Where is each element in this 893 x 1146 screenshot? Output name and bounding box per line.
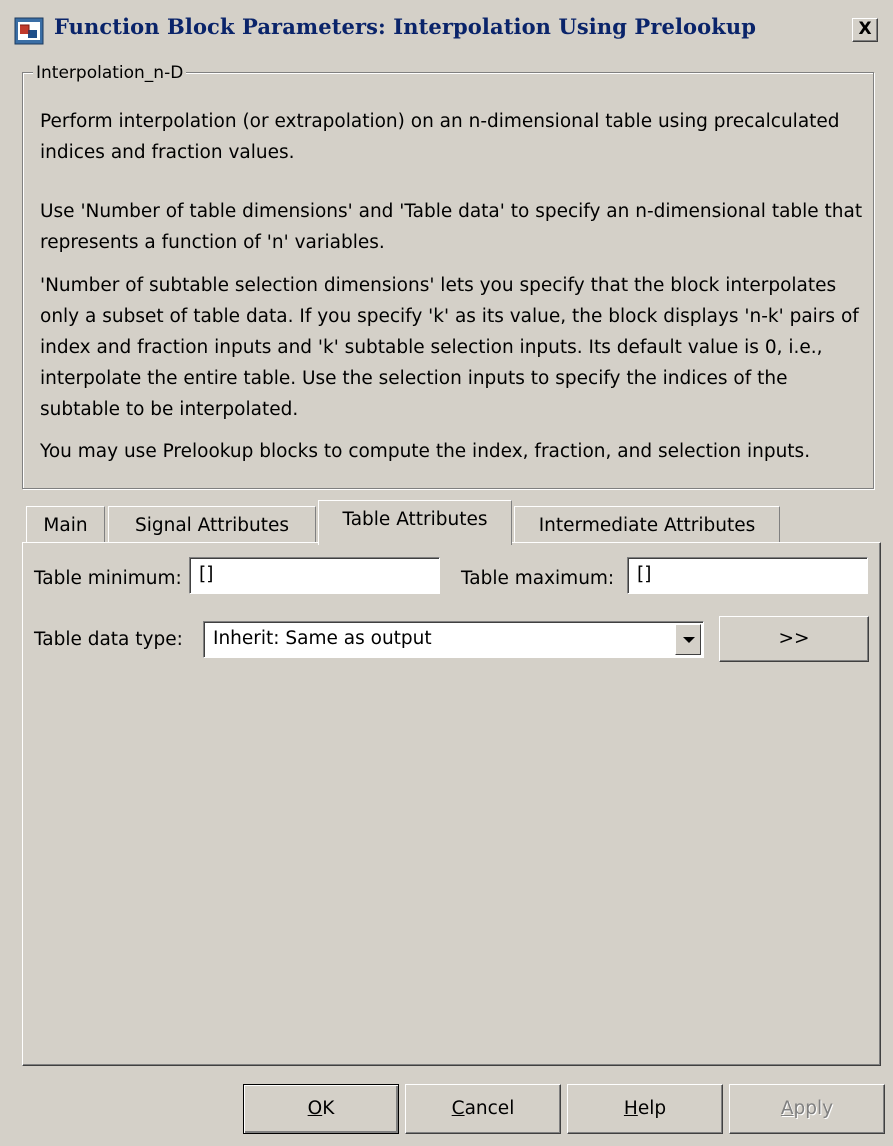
description-paragraph: Use 'Number of table dimensions' and 'Ta… (40, 201, 863, 253)
mnemonic: H (623, 1098, 638, 1119)
mnemonic: O (307, 1098, 323, 1119)
table-minimum-input[interactable]: [] (189, 557, 440, 594)
table-maximum-label: Table maximum: (461, 568, 615, 589)
description-paragraph: 'Number of subtable selection dimensions… (40, 275, 859, 420)
mnemonic: C (451, 1098, 465, 1119)
close-icon: X (858, 19, 872, 39)
tab-signal-attributes[interactable]: Signal Attributes (108, 506, 316, 546)
table-data-type-label: Table data type: (34, 629, 183, 650)
description-paragraph: You may use Prelookup blocks to compute … (40, 441, 811, 462)
table-maximum-input[interactable]: [] (627, 557, 868, 594)
dropdown-button[interactable] (675, 624, 701, 655)
tab-label: Intermediate Attributes (538, 515, 756, 536)
button-label: pply (793, 1098, 834, 1119)
tab-label: Table Attributes (342, 509, 488, 530)
table-minimum-label: Table minimum: (34, 568, 182, 589)
group-legend: Interpolation_n-D (33, 62, 187, 84)
help-button[interactable]: Help (567, 1084, 723, 1134)
apply-button[interactable]: Apply (729, 1084, 885, 1134)
simulink-block-icon (14, 17, 44, 45)
data-type-assistant-button[interactable]: >> (719, 616, 869, 662)
description-paragraph: Perform interpolation (or extrapolation)… (40, 111, 840, 163)
table-data-type-select[interactable]: Inherit: Same as output (203, 621, 704, 658)
tab-label: Signal Attributes (134, 515, 290, 536)
close-button[interactable]: X (852, 18, 878, 42)
button-label: K (322, 1098, 335, 1119)
tab-intermediate-attributes[interactable]: Intermediate Attributes (514, 506, 780, 546)
window-title: Function Block Parameters: Interpolation… (54, 14, 757, 39)
ok-button[interactable]: OK (243, 1084, 399, 1134)
dialog-window: Function Block Parameters: Interpolation… (0, 0, 893, 1146)
button-label: ancel (464, 1098, 515, 1119)
title-bar[interactable]: Function Block Parameters: Interpolation… (0, 0, 893, 60)
mnemonic: A (780, 1098, 794, 1119)
selected-value: Inherit: Same as output (213, 628, 432, 649)
cancel-button[interactable]: Cancel (405, 1084, 561, 1134)
chevron-down-icon (683, 637, 695, 643)
tab-label: Main (43, 515, 88, 536)
button-label: >> (778, 628, 810, 649)
button-label: elp (637, 1098, 667, 1119)
tab-table-attributes[interactable]: Table Attributes (318, 500, 512, 545)
tab-main[interactable]: Main (26, 506, 105, 546)
